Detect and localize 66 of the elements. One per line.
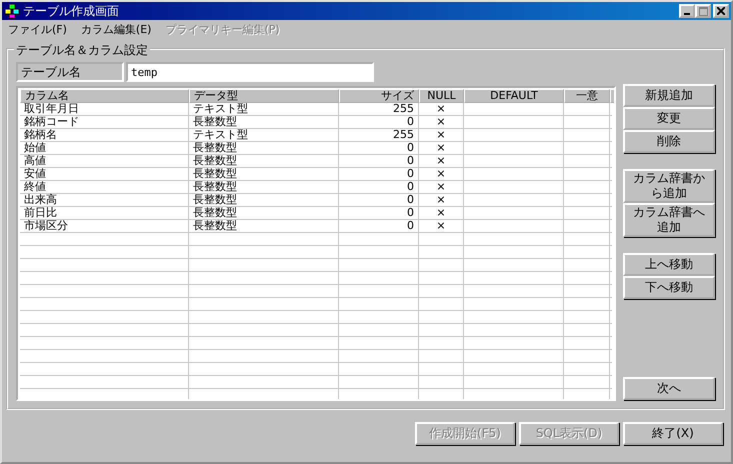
table-cell: 長整数型 <box>193 115 237 128</box>
table-cell: × <box>436 167 446 180</box>
app-icon <box>4 3 20 19</box>
table-cell: 取引年月日 <box>24 102 79 115</box>
table-cell: 始値 <box>24 141 46 154</box>
table-cell: × <box>436 141 446 154</box>
table-cell: テキスト型 <box>193 102 248 115</box>
column-header[interactable]: データ型 <box>189 89 339 103</box>
table-cell: 長整数型 <box>193 141 237 154</box>
table-cell: 出来高 <box>24 193 57 206</box>
table-cell: × <box>436 180 446 193</box>
column-header[interactable]: DEFAULT <box>464 89 564 103</box>
table-cell: 銘柄名 <box>24 128 57 141</box>
table-cell: 高値 <box>24 154 46 167</box>
table-cell: 安値 <box>24 167 46 180</box>
table-cell: 0 <box>407 141 414 154</box>
menu-item[interactable]: ファイル(F) <box>8 22 67 38</box>
table-cell: 長整数型 <box>193 219 237 232</box>
table-cell: 終値 <box>24 180 46 193</box>
table-cell: 前日比 <box>24 206 57 219</box>
table-cell: 銘柄コード <box>24 115 79 128</box>
column-header[interactable]: カラム名 <box>20 89 189 103</box>
table-cell: 255 <box>393 102 414 115</box>
close-icon <box>717 7 725 15</box>
table-cell: 0 <box>407 219 414 232</box>
column-header[interactable]: サイズ <box>339 89 419 103</box>
table-cell: 長整数型 <box>193 193 237 206</box>
table-cell: × <box>436 102 446 115</box>
table-cell: 255 <box>393 128 414 141</box>
action-button[interactable]: 下へ移動 <box>623 276 715 299</box>
menu-item[interactable]: カラム編集(E) <box>80 22 152 38</box>
table-cell: 0 <box>407 115 414 128</box>
table-cell: 0 <box>407 154 414 167</box>
next-button[interactable]: 次へ <box>623 377 715 400</box>
group-title: テーブル名＆カラム設定 <box>14 42 150 59</box>
footer-button[interactable]: 終了(X) <box>623 422 723 445</box>
table-cell: × <box>436 115 446 128</box>
table-cell: 0 <box>407 180 414 193</box>
action-button[interactable]: カラム辞書へ追加 <box>623 203 715 237</box>
action-button[interactable]: 変更 <box>623 107 715 130</box>
action-button[interactable]: 新規追加 <box>623 84 715 107</box>
close-button[interactable] <box>713 4 729 18</box>
maximize-icon <box>698 6 708 16</box>
table-cell: 長整数型 <box>193 167 237 180</box>
table-name-label: テーブル名 <box>16 62 124 82</box>
window-title: テーブル作成画面 <box>23 2 119 20</box>
action-button[interactable]: カラム辞書から追加 <box>623 169 715 203</box>
action-button[interactable]: 削除 <box>623 130 715 153</box>
minimize-button[interactable] <box>679 4 695 18</box>
column-header[interactable]: 一意 <box>564 89 610 103</box>
table-cell: 長整数型 <box>193 180 237 193</box>
table-cell: × <box>436 193 446 206</box>
table-cell: × <box>436 128 446 141</box>
table-cell: 0 <box>407 193 414 206</box>
column-header[interactable]: NULL <box>419 89 464 103</box>
action-button[interactable]: 上へ移動 <box>623 253 715 276</box>
table-cell: × <box>436 219 446 232</box>
table-cell: 長整数型 <box>193 154 237 167</box>
table-cell: 市場区分 <box>24 219 68 232</box>
table-cell: 長整数型 <box>193 206 237 219</box>
table-cell: × <box>436 206 446 219</box>
table-name-field[interactable]: temp <box>126 62 374 82</box>
table-cell: × <box>436 154 446 167</box>
table-cell: 0 <box>407 206 414 219</box>
table-cell: テキスト型 <box>193 128 248 141</box>
table-cell: 0 <box>407 167 414 180</box>
